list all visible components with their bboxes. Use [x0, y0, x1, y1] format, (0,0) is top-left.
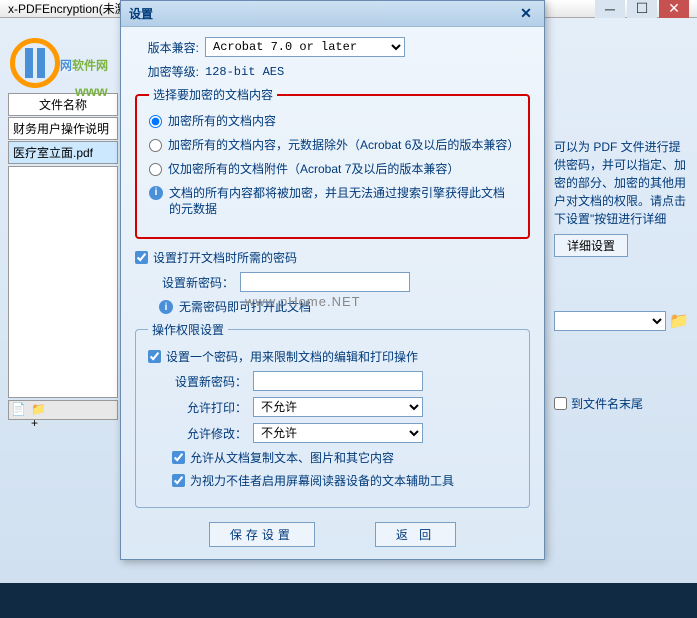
restrict-checkbox[interactable] — [148, 350, 161, 363]
detail-settings-button[interactable]: 详细设置 — [554, 234, 628, 257]
watermark-logo: 网软件网 — [10, 38, 108, 88]
enc-info-row: i 文档的所有内容都将被加密，并且无法通过搜索引擎获得此文档的元数据 — [149, 185, 516, 217]
perm-password-label: 设置新密码： — [172, 373, 247, 390]
output-path-select[interactable] — [554, 311, 666, 331]
allow-a11y-checkbox[interactable] — [172, 474, 185, 487]
list-item[interactable]: 医疗室立面.pdf — [8, 141, 118, 164]
allow-copy-checkbox[interactable] — [172, 451, 185, 464]
folder-icon[interactable]: 📁 — [669, 312, 689, 330]
info-icon: i — [159, 300, 173, 314]
enc-opt-except-meta[interactable]: 加密所有的文档内容，元数据除外（Acrobat 6及以后的版本兼容） — [149, 137, 516, 153]
watermark-url: www — [75, 83, 108, 99]
close-button[interactable]: ✕ — [659, 0, 689, 18]
watermark-center: www.pHome.NET — [245, 294, 361, 309]
save-settings-button[interactable]: 保存设置 — [209, 522, 315, 547]
allow-copy-label: 允许从文档复制文本、图片和其它内容 — [190, 449, 394, 466]
file-list-panel: 文件名称 财务用户操作说明 医疗室立面.pdf 📄 📁+ — [8, 93, 118, 420]
minimize-button[interactable]: ─ — [595, 0, 625, 18]
compat-select[interactable]: Acrobat 7.0 or later — [205, 37, 405, 57]
add-file-icon[interactable]: 📄 — [11, 402, 27, 418]
compat-label: 版本兼容: — [135, 39, 205, 56]
maximize-button[interactable]: ☐ — [627, 0, 657, 18]
settings-dialog: 设置 ✕ 版本兼容: Acrobat 7.0 or later 加密等级: 12… — [120, 0, 545, 560]
perm-password-input[interactable] — [253, 371, 423, 391]
allow-print-select[interactable]: 不允许 — [253, 397, 423, 417]
restrict-label: 设置一个密码，用来限制文档的编辑和打印操作 — [166, 348, 418, 365]
allow-a11y-label: 为视力不佳者启用屏幕阅读器设备的文本辅助工具 — [190, 472, 454, 489]
permissions-group: 操作权限设置 设置一个密码，用来限制文档的编辑和打印操作 设置新密码： 允许打印… — [135, 321, 530, 508]
file-list-body[interactable] — [8, 166, 118, 398]
allow-print-label: 允许打印： — [172, 399, 247, 416]
append-suffix-label: 到文件名末尾 — [571, 395, 643, 412]
new-password-label: 设置新密码： — [159, 274, 234, 291]
open-password-input[interactable] — [240, 272, 410, 292]
level-label: 加密等级: — [135, 63, 205, 80]
back-button[interactable]: 返 回 — [375, 522, 456, 547]
allow-modify-select[interactable]: 不允许 — [253, 423, 423, 443]
add-folder-icon[interactable]: 📁+ — [31, 402, 47, 418]
help-text: 可以为 PDF 文件进行提供密码，并可以指定、加密的部分、加密的其他用户对文档的… — [554, 138, 689, 228]
taskbar — [0, 583, 697, 618]
open-password-checkbox[interactable] — [135, 251, 148, 264]
encryption-legend: 选择要加密的文档内容 — [149, 86, 277, 103]
open-password-label: 设置打开文档时所需的密码 — [153, 249, 297, 266]
enc-opt-all[interactable]: 加密所有的文档内容 — [149, 113, 516, 129]
list-item[interactable]: 财务用户操作说明 — [8, 117, 118, 140]
enc-radio-all[interactable] — [149, 115, 162, 128]
encryption-content-group: 选择要加密的文档内容 加密所有的文档内容 加密所有的文档内容，元数据除外（Acr… — [135, 86, 530, 239]
allow-modify-label: 允许修改： — [172, 425, 247, 442]
enc-radio-except-meta[interactable] — [149, 139, 162, 152]
dialog-close-icon[interactable]: ✕ — [516, 5, 536, 23]
file-toolbar: 📄 📁+ — [8, 400, 118, 420]
dialog-title: 设置 — [129, 5, 153, 22]
dialog-titlebar[interactable]: 设置 ✕ — [121, 1, 544, 27]
level-value: 128-bit AES — [205, 65, 284, 79]
enc-radio-attachments[interactable] — [149, 163, 162, 176]
right-panel: 可以为 PDF 文件进行提供密码，并可以指定、加密的部分、加密的其他用户对文档的… — [554, 138, 689, 412]
enc-opt-attachments[interactable]: 仅加密所有的文档附件（Acrobat 7及以后的版本兼容） — [149, 161, 516, 177]
append-suffix-checkbox[interactable] — [554, 397, 567, 410]
info-icon: i — [149, 186, 163, 200]
permissions-legend: 操作权限设置 — [148, 321, 228, 338]
